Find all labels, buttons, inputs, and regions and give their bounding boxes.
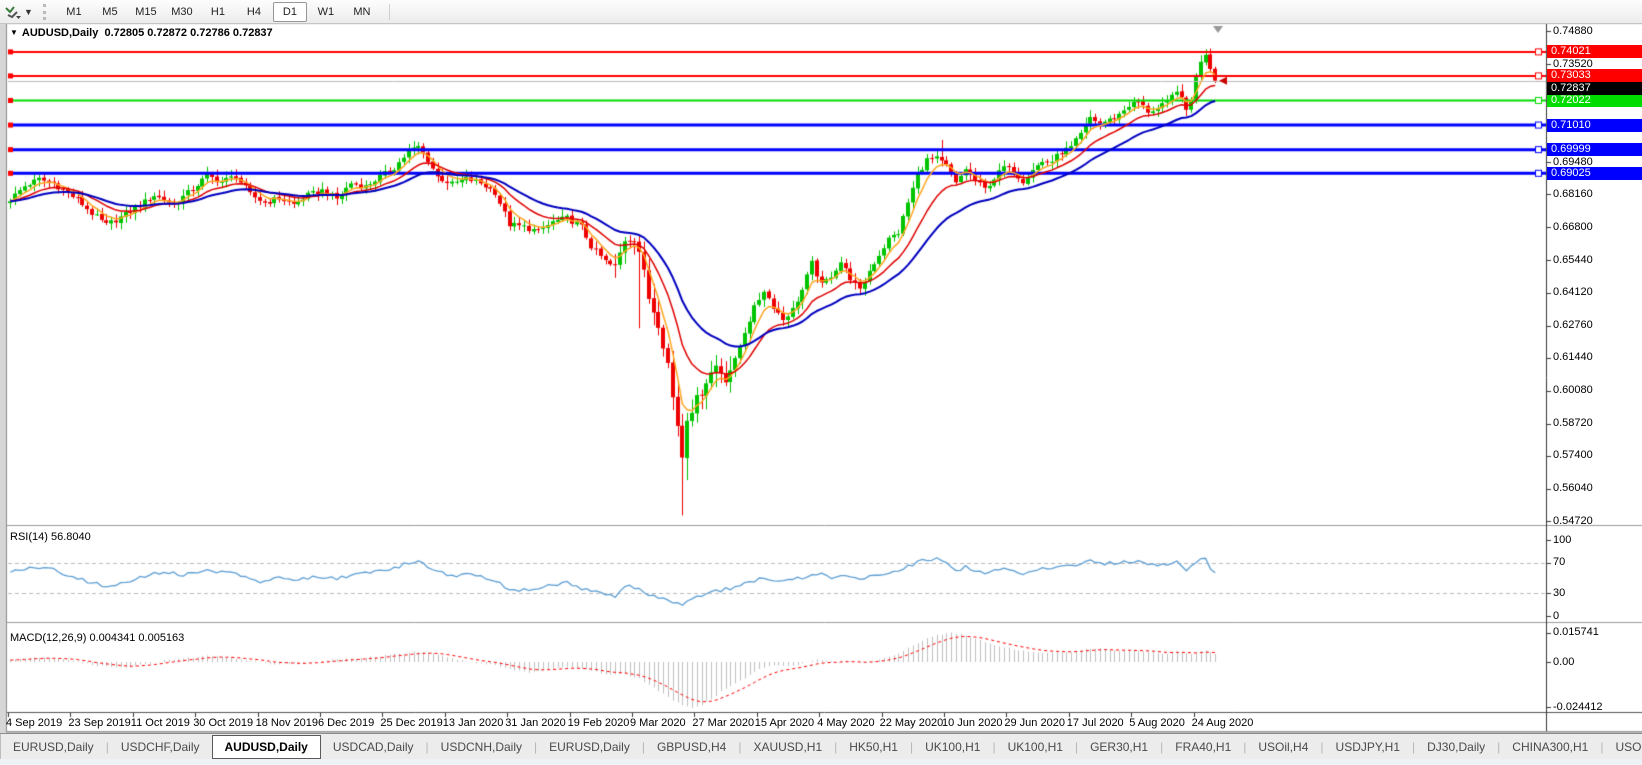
timeframe-button-M30[interactable]: M30 bbox=[165, 2, 199, 22]
hline-price-badge: 0.71010 bbox=[1547, 119, 1642, 132]
price-axis-tick: 0.74880 bbox=[1553, 25, 1593, 38]
time-axis-label: 19 Feb 2020 bbox=[568, 717, 630, 730]
rsi-axis-tick: 0 bbox=[1553, 610, 1559, 623]
time-axis-label: 24 Aug 2020 bbox=[1192, 717, 1254, 730]
time-axis-label: 6 Dec 2019 bbox=[318, 717, 374, 730]
symbol-tab-AUDUSD-Daily[interactable]: AUDUSD,Daily bbox=[212, 735, 321, 759]
price-axis-tick: 0.66800 bbox=[1553, 221, 1593, 234]
symbol-tab-USDCHF-Daily[interactable]: USDCHF,Daily bbox=[109, 735, 212, 759]
time-axis-label: 18 Nov 2019 bbox=[256, 717, 318, 730]
toolbar-separator bbox=[389, 4, 390, 20]
toolbar-grip bbox=[43, 4, 49, 20]
symbol-tab-USDJPY-H1[interactable]: USDJPY,H1 bbox=[1324, 735, 1412, 759]
symbol-tab-EURUSD-Daily[interactable]: EURUSD,Daily bbox=[537, 735, 642, 759]
symbol-tab-XAUUSD-H1[interactable]: XAUUSD,H1 bbox=[741, 735, 834, 759]
symbol-tab-HK50-H1[interactable]: HK50,H1 bbox=[837, 735, 910, 759]
macd-axis-tick: 0.015741 bbox=[1553, 626, 1599, 639]
price-axis-tick: 0.68160 bbox=[1553, 188, 1593, 201]
time-axis-label: 31 Jan 2020 bbox=[505, 717, 566, 730]
price-axis-tick: 0.61440 bbox=[1553, 351, 1593, 364]
rsi-axis-tick: 100 bbox=[1553, 534, 1571, 547]
toolbar: ▼ M1M5M15M30H1H4D1W1MN bbox=[0, 0, 1642, 24]
hline-price-badge: 0.73033 bbox=[1547, 69, 1642, 82]
timeframe-button-M1[interactable]: M1 bbox=[57, 2, 91, 22]
time-axis-label: 10 Jun 2020 bbox=[942, 717, 1003, 730]
timeframe-button-W1[interactable]: W1 bbox=[309, 2, 343, 22]
time-axis-label: 27 Mar 2020 bbox=[692, 717, 754, 730]
symbol-tab-DJ30-Daily[interactable]: DJ30,Daily bbox=[1415, 735, 1497, 759]
time-axis-label: 22 May 2020 bbox=[880, 717, 944, 730]
timeframe-buttons: M1M5M15M30H1H4D1W1MN bbox=[57, 2, 381, 22]
macd-indicator-label: MACD(12,26,9) 0.004341 0.005163 bbox=[10, 632, 184, 645]
hline-price-badge: 0.69025 bbox=[1547, 167, 1642, 180]
time-axis-label: 23 Sep 2019 bbox=[68, 717, 130, 730]
timeframe-button-M5[interactable]: M5 bbox=[93, 2, 127, 22]
price-axis-tick: 0.64120 bbox=[1553, 286, 1593, 299]
symbol-tab-USDCAD-Daily[interactable]: USDCAD,Daily bbox=[321, 735, 426, 759]
hline-price-badge: 0.72022 bbox=[1547, 94, 1642, 107]
chart-ticks-icon[interactable] bbox=[4, 4, 22, 20]
macd-axis-tick: -0.024412 bbox=[1553, 701, 1603, 714]
title-marker-icon: ▼ bbox=[10, 28, 18, 37]
window-bottom-strip bbox=[0, 759, 1642, 765]
time-axis-label: 4 Sep 2019 bbox=[6, 717, 62, 730]
time-axis-label: 15 Apr 2020 bbox=[755, 717, 814, 730]
symbol-tab-USOil-H4[interactable]: USOil,H4 bbox=[1246, 735, 1320, 759]
time-axis-label: 25 Dec 2019 bbox=[380, 717, 442, 730]
timeframe-button-H4[interactable]: H4 bbox=[237, 2, 271, 22]
time-axis-label: 4 May 2020 bbox=[817, 717, 874, 730]
current-price-badge: 0.72837 bbox=[1547, 82, 1642, 95]
chart-canvas[interactable] bbox=[0, 0, 1642, 765]
rsi-indicator-label: RSI(14) 56.8040 bbox=[10, 531, 91, 544]
timeframe-button-D1[interactable]: D1 bbox=[273, 2, 307, 22]
chart-ohlc-quote: 0.72805 0.72872 0.72786 0.72837 bbox=[104, 27, 272, 39]
symbol-tab-FRA40-H1[interactable]: FRA40,H1 bbox=[1163, 735, 1243, 759]
price-axis-tick: 0.60080 bbox=[1553, 384, 1593, 397]
price-axis-tick: 0.58720 bbox=[1553, 417, 1593, 430]
symbol-tab-GER30-H1[interactable]: GER30,H1 bbox=[1078, 735, 1160, 759]
price-axis-tick: 0.57400 bbox=[1553, 449, 1593, 462]
timeframe-button-MN[interactable]: MN bbox=[345, 2, 379, 22]
price-axis-tick: 0.56040 bbox=[1553, 482, 1593, 495]
symbol-tab-GBPUSD-H4[interactable]: GBPUSD,H4 bbox=[645, 735, 738, 759]
symbol-tab-UK100-H1[interactable]: UK100,H1 bbox=[913, 735, 992, 759]
time-axis-label: 5 Aug 2020 bbox=[1129, 717, 1185, 730]
trading-terminal: ▼ M1M5M15M30H1H4D1W1MN ▼ AUDUSD,Daily 0.7… bbox=[0, 0, 1642, 765]
price-axis-tick: 0.62760 bbox=[1553, 319, 1593, 332]
timeframe-button-M15[interactable]: M15 bbox=[129, 2, 163, 22]
hline-price-badge: 0.69999 bbox=[1547, 143, 1642, 156]
time-axis-label: 11 Oct 2019 bbox=[131, 717, 190, 730]
time-axis-label: 29 Jun 2020 bbox=[1004, 717, 1065, 730]
hline-price-badge: 0.74021 bbox=[1547, 45, 1642, 58]
chart-symbol-period: AUDUSD,Daily bbox=[22, 27, 98, 39]
rsi-axis-tick: 30 bbox=[1553, 587, 1565, 600]
symbol-tab-bar[interactable]: EURUSD,Daily|USDCHF,DailyAUDUSD,DailyUSD… bbox=[0, 733, 1642, 760]
symbol-tab-UK100-H1[interactable]: UK100,H1 bbox=[996, 735, 1075, 759]
chart-dropdown-caret-icon[interactable]: ▼ bbox=[24, 7, 33, 17]
time-axis-label: 17 Jul 2020 bbox=[1067, 717, 1124, 730]
symbol-tab-CHINA300-H1[interactable]: CHINA300,H1 bbox=[1500, 735, 1600, 759]
rsi-axis-tick: 70 bbox=[1553, 556, 1565, 569]
chart-title: ▼ AUDUSD,Daily 0.72805 0.72872 0.72786 0.… bbox=[10, 27, 273, 39]
time-axis-label: 9 Mar 2020 bbox=[630, 717, 686, 730]
price-axis-tick: 0.65440 bbox=[1553, 254, 1593, 267]
symbol-tab-EURUSD-Daily[interactable]: EURUSD,Daily bbox=[1, 735, 106, 759]
symbol-tab-USDCNH-Daily[interactable]: USDCNH,Daily bbox=[429, 735, 534, 759]
time-axis-label: 30 Oct 2019 bbox=[193, 717, 253, 730]
macd-axis-tick: 0.00 bbox=[1553, 656, 1574, 669]
timeframe-button-H1[interactable]: H1 bbox=[201, 2, 235, 22]
symbol-tab-USOil-H1[interactable]: USOil,H1 bbox=[1603, 735, 1642, 759]
price-axis-tick: 0.54720 bbox=[1553, 515, 1593, 528]
time-axis-label: 13 Jan 2020 bbox=[443, 717, 504, 730]
